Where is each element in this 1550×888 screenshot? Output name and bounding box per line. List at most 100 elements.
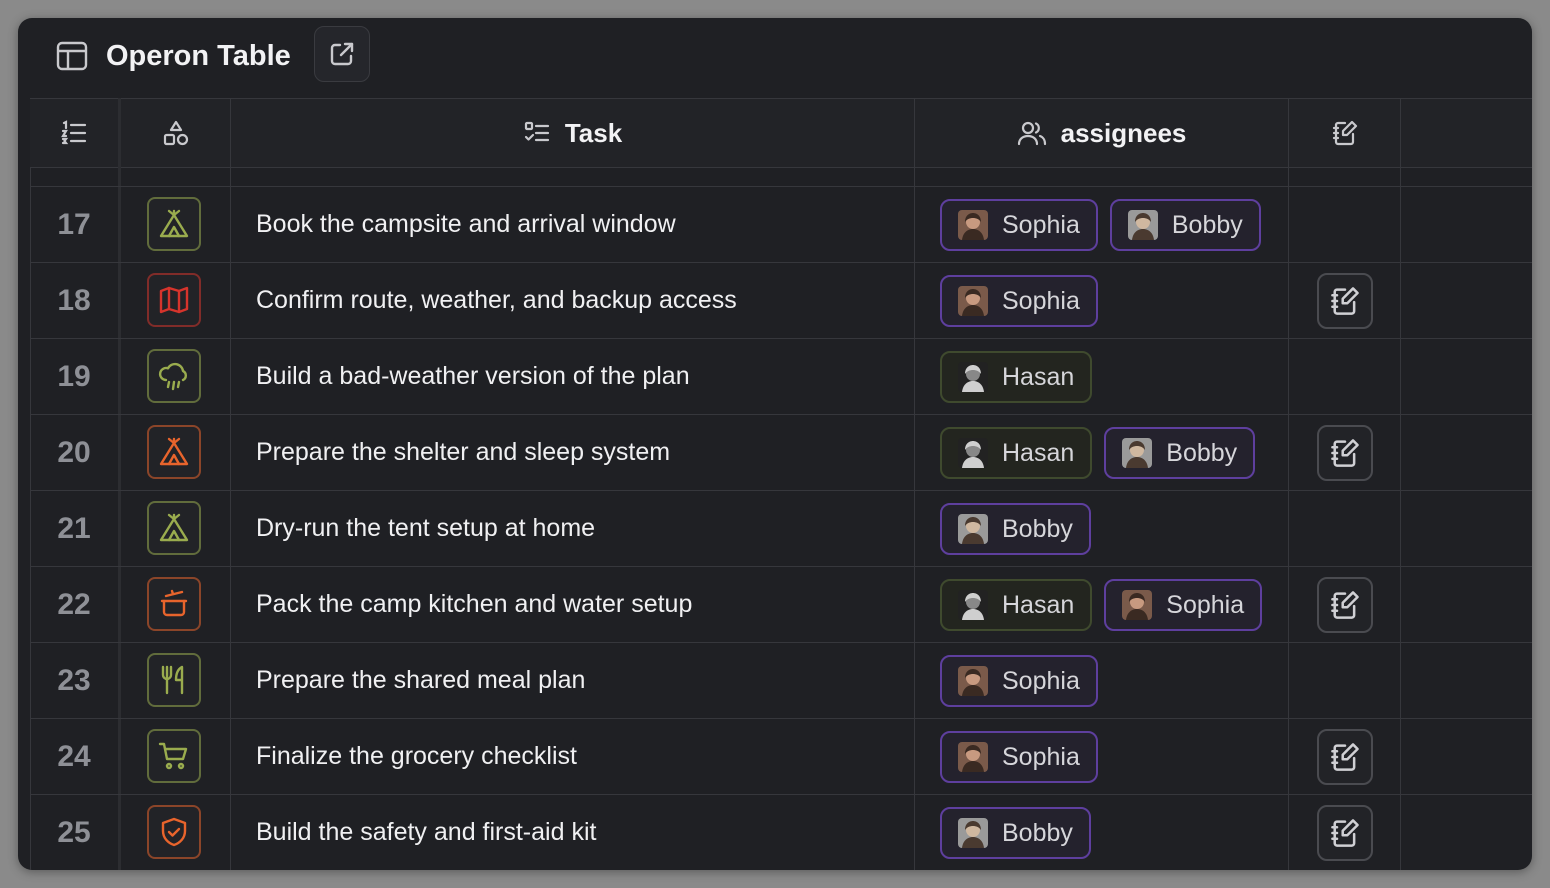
avatar: [958, 590, 988, 620]
avatar: [958, 286, 988, 316]
task-cell[interactable]: Book the campsite and arrival window: [256, 187, 676, 262]
task-cell[interactable]: Pack the camp kitchen and water setup: [256, 567, 692, 642]
category-button[interactable]: [147, 349, 201, 403]
map-icon: [158, 284, 190, 316]
notebook-edit-icon: [1329, 741, 1361, 773]
assignee-chip[interactable]: Bobby: [940, 503, 1091, 555]
assignees-cell: Hasan Sophia: [940, 579, 1263, 631]
assignees-cell: Sophia: [940, 275, 1098, 327]
avatar: [1122, 590, 1153, 620]
assignees-cell: Hasan: [940, 351, 1093, 403]
assignees-cell: Sophia Bobby: [940, 199, 1261, 251]
row-number: 17: [57, 207, 91, 241]
avatar: [958, 514, 988, 544]
assignee-chip[interactable]: Bobby: [940, 807, 1091, 859]
task-cell[interactable]: Build a bad-weather version of the plan: [256, 339, 690, 414]
table-icon: [56, 40, 88, 72]
assignee-name: Sophia: [1166, 590, 1245, 619]
assignee-name: Sophia: [1002, 286, 1080, 315]
task-cell[interactable]: Dry-run the tent setup at home: [256, 491, 595, 566]
row-number: 24: [57, 739, 91, 773]
assignees-cell: Hasan Bobby: [940, 427, 1256, 479]
category-button[interactable]: [147, 501, 201, 555]
shapes-icon: [162, 119, 190, 147]
notes-button[interactable]: [1317, 729, 1373, 785]
category-button[interactable]: [147, 273, 201, 327]
assignees-cell: Bobby: [940, 503, 1091, 555]
assignee-chip[interactable]: Bobby: [1109, 199, 1261, 251]
assignee-chip[interactable]: Sophia: [940, 275, 1098, 327]
avatar: [958, 362, 988, 392]
row-number: 21: [57, 511, 91, 545]
table-row[interactable]: 24 Finalize the grocery checklist Sophia: [30, 719, 1532, 795]
assignee-name: Hasan: [1002, 362, 1075, 391]
column-header-category[interactable]: [121, 98, 230, 168]
row-number: 23: [57, 663, 91, 697]
notebook-edit-icon: [1329, 285, 1361, 317]
titlebar: Operon Table: [18, 18, 1532, 98]
assignee-chip[interactable]: Hasan: [940, 427, 1093, 479]
cloud-rain-icon: [158, 360, 190, 392]
column-header-index[interactable]: [30, 98, 118, 168]
column-label-assignees: assignees: [1060, 117, 1187, 148]
row-number: 22: [57, 587, 91, 621]
column-header-task[interactable]: Task: [231, 98, 914, 168]
task-cell[interactable]: Confirm route, weather, and backup acces…: [256, 263, 737, 338]
notes-button[interactable]: [1317, 805, 1373, 861]
table-row[interactable]: 25 Build the safety and first-aid kit Bobb…: [30, 795, 1532, 870]
assignee-name: Bobby: [1002, 818, 1073, 847]
avatar: [958, 742, 988, 772]
column-header-assignees[interactable]: assignees: [915, 98, 1288, 168]
avatar: [1127, 210, 1158, 240]
assignee-name: Sophia: [1002, 210, 1080, 239]
notebook-edit-icon: [1331, 119, 1359, 147]
assignee-chip[interactable]: Hasan: [940, 579, 1093, 631]
category-button[interactable]: [147, 653, 201, 707]
page-title: Operon Table: [106, 40, 291, 72]
open-external-button[interactable]: [314, 26, 370, 82]
assignee-chip[interactable]: Bobby: [1104, 427, 1256, 479]
category-button[interactable]: [147, 425, 201, 479]
task-cell[interactable]: Prepare the shelter and sleep system: [256, 415, 670, 490]
assignee-name: Hasan: [1002, 438, 1075, 467]
category-button[interactable]: [147, 197, 201, 251]
category-button[interactable]: [147, 577, 201, 631]
table-row[interactable]: 22 Pack the camp kitchen and water setup H…: [30, 567, 1532, 643]
tent-icon: [158, 512, 190, 544]
table-row[interactable]: 17 Book the campsite and arrival window So…: [30, 187, 1532, 263]
notes-button[interactable]: [1317, 273, 1373, 329]
row-number: 25: [57, 815, 91, 849]
table-row[interactable]: 20 Prepare the shelter and sleep system Ha…: [30, 415, 1532, 491]
avatar: [958, 818, 988, 848]
shopping-cart-icon: [158, 740, 190, 772]
assignees-cell: Sophia: [940, 731, 1098, 783]
category-button[interactable]: [147, 729, 201, 783]
assignee-name: Bobby: [1166, 438, 1238, 467]
numbered-list-icon: [60, 119, 88, 147]
assignee-name: Bobby: [1171, 210, 1243, 239]
row-number: 19: [57, 359, 91, 393]
category-button[interactable]: [147, 805, 201, 859]
assignee-chip[interactable]: Sophia: [940, 655, 1098, 707]
notebook-edit-icon: [1329, 589, 1361, 621]
task-cell[interactable]: Prepare the shared meal plan: [256, 643, 585, 718]
assignee-chip[interactable]: Sophia: [940, 199, 1098, 251]
assignee-chip[interactable]: Sophia: [940, 731, 1098, 783]
table-row[interactable]: 19 Build a bad-weather version of the pla…: [30, 339, 1532, 415]
assignee-chip[interactable]: Hasan: [940, 351, 1093, 403]
assignee-chip[interactable]: Sophia: [1104, 579, 1263, 631]
assignees-cell: Bobby: [940, 807, 1091, 859]
table-row[interactable]: 23 Prepare the shared meal plan Sophia: [30, 643, 1532, 719]
checklist-icon: [523, 119, 551, 147]
table-row[interactable]: 21 Dry-run the tent setup at home Bobby: [30, 491, 1532, 567]
notes-button[interactable]: [1317, 425, 1373, 481]
table-row[interactable]: 18 Confirm route, weather, and backup acc…: [30, 263, 1532, 339]
notes-button[interactable]: [1317, 577, 1373, 633]
column-header-notes[interactable]: [1289, 98, 1400, 168]
avatar: [958, 666, 988, 696]
row-number: 18: [57, 283, 91, 317]
task-cell[interactable]: Build the safety and first-aid kit: [256, 795, 596, 870]
avatar: [958, 210, 988, 240]
task-cell[interactable]: Finalize the grocery checklist: [256, 719, 577, 794]
notebook-edit-icon: [1329, 437, 1361, 469]
